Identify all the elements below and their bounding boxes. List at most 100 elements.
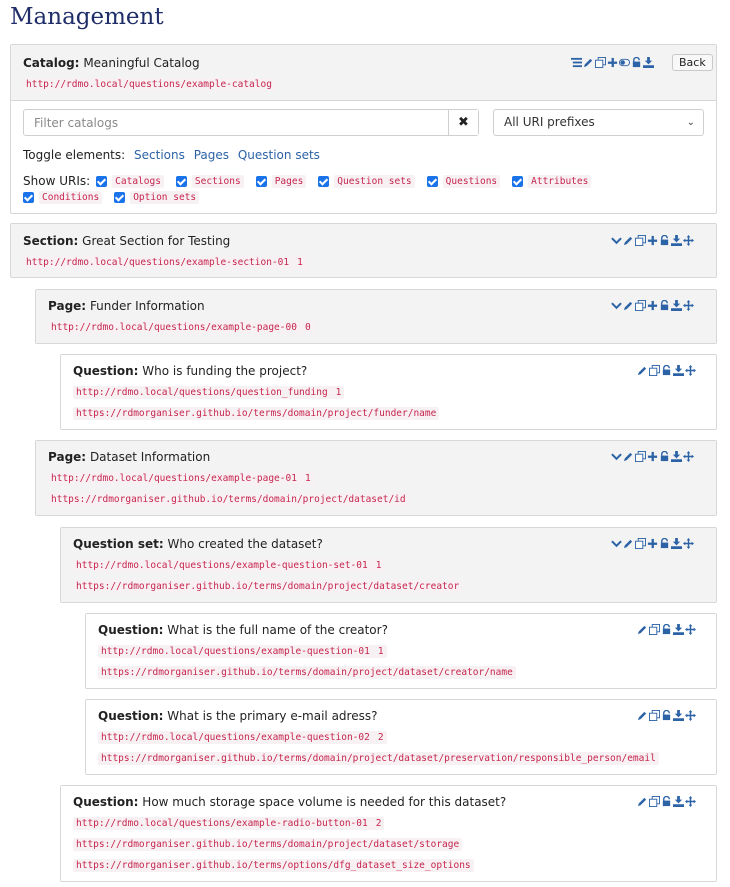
uri-prefix-value: All URI prefixes [504,115,595,129]
lock-icon[interactable] [661,710,672,721]
optionset-uri: https://rdmorganiser.github.io/terms/opt… [73,859,474,872]
show-uris-label: Show URIs: [23,174,91,188]
chevron-down-icon[interactable] [611,300,622,311]
section-heading: Section: Great Section for Testing [23,234,230,248]
show-uri-conditions-checkbox[interactable]: Conditions [23,191,103,204]
pencil-icon[interactable] [583,57,594,68]
move-icon[interactable] [685,624,696,635]
lock-icon[interactable] [659,300,670,311]
chevron-down-icon[interactable] [611,451,622,462]
show-uri-pages-checkbox[interactable]: Pages [255,174,307,188]
uri-text: http://rdmo.local/questions/example-radi… [76,818,368,829]
pencil-icon[interactable] [637,710,648,721]
lock-icon[interactable] [661,796,672,807]
lock-icon[interactable] [659,451,670,462]
copy-icon[interactable] [595,57,606,68]
chevron-down-icon[interactable] [611,235,622,246]
show-uri-sections-checkbox[interactable]: Sections [175,174,244,188]
copy-icon[interactable] [649,365,660,376]
catalog-panel: Catalog: Meaningful Catalog http://rdmo.… [10,44,717,214]
show-uri-questions-checkbox[interactable]: Questions [426,174,501,188]
plus-icon[interactable] [647,300,658,311]
pencil-icon[interactable] [623,451,634,462]
filter-catalogs-input[interactable] [24,110,448,135]
checkbox-label: Questions [442,174,501,188]
copy-icon[interactable] [635,300,646,311]
download-icon[interactable] [671,538,682,549]
download-icon[interactable] [671,300,682,311]
lock-icon[interactable] [661,624,672,635]
move-icon[interactable] [683,300,694,311]
lock-icon[interactable] [659,235,670,246]
copy-icon[interactable] [649,624,660,635]
move-icon[interactable] [683,538,694,549]
uri-prefix-select[interactable]: All URI prefixes ⌄ [493,109,704,136]
checkbox-icon [426,175,438,187]
questionset-header: Question set: Who created the dataset? h… [61,528,716,602]
pencil-icon[interactable] [623,300,634,311]
page-header: Page: Funder Information http://rdmo.loc… [36,290,716,343]
move-icon[interactable] [685,365,696,376]
plus-icon[interactable] [647,538,658,549]
show-uri-questionsets-checkbox[interactable]: Question sets [318,174,415,188]
show-uri-catalogs-checkbox[interactable]: Catalogs [96,174,164,188]
pencil-icon[interactable] [637,796,648,807]
uri-order: 1 [335,387,342,398]
pencil-icon[interactable] [623,538,634,549]
copy-icon[interactable] [649,710,660,721]
download-icon[interactable] [671,451,682,462]
catalog-title: Meaningful Catalog [83,56,200,70]
catalog-type-label: Catalog: [23,56,80,70]
question-panel: Question: Who is funding the project? ht… [60,354,717,430]
show-uri-optionsets-checkbox[interactable]: Option sets [114,191,200,204]
list-icon[interactable] [571,57,582,68]
toggle-questionsets-link[interactable]: Question sets [238,148,320,162]
show-uris-row-2: Conditions Option sets [23,191,211,204]
copy-icon[interactable] [635,538,646,549]
download-icon[interactable] [673,365,684,376]
question-heading: Question: What is the primary e-mail adr… [98,709,377,723]
uri-order: 1 [297,257,303,268]
copy-icon[interactable] [649,796,660,807]
download-icon[interactable] [673,710,684,721]
move-icon[interactable] [685,796,696,807]
back-button[interactable]: Back [672,54,713,71]
plus-icon[interactable] [607,57,618,68]
download-icon[interactable] [673,624,684,635]
toggle-icon[interactable] [619,57,630,68]
pencil-icon[interactable] [623,235,634,246]
download-icon[interactable] [673,796,684,807]
checkbox-icon [255,175,267,187]
uri-text: http://rdmo.local/questions/example-ques… [76,560,368,571]
checkbox-label: Catalogs [112,174,164,188]
lock-icon[interactable] [659,538,670,549]
checkbox-label: Option sets [130,191,200,204]
lock-icon[interactable] [661,365,672,376]
element-uri: http://rdmo.local/questions/example-ques… [98,645,387,658]
attribute-uri: https://rdmorganiser.github.io/terms/dom… [73,407,440,420]
checkbox-icon [175,175,187,187]
attribute-uri: https://rdmorganiser.github.io/terms/dom… [98,666,516,679]
element-type-label: Question set: [73,537,164,551]
chevron-down-icon[interactable] [611,538,622,549]
move-icon[interactable] [683,235,694,246]
copy-icon[interactable] [635,451,646,462]
show-uri-attributes-checkbox[interactable]: Attributes [512,174,592,188]
question-toolbar [637,365,696,376]
plus-icon[interactable] [647,451,658,462]
toggle-sections-link[interactable]: Sections [134,148,185,162]
pencil-icon[interactable] [637,365,648,376]
toggle-pages-link[interactable]: Pages [194,148,229,162]
pencil-icon[interactable] [637,624,648,635]
download-icon[interactable] [671,235,682,246]
clear-filter-button[interactable]: ✖ [448,110,478,135]
plus-icon[interactable] [647,235,658,246]
copy-icon[interactable] [635,235,646,246]
page-title: Management [10,4,164,30]
move-icon[interactable] [685,710,696,721]
section-toolbar [611,235,694,246]
attribute-uri: https://rdmorganiser.github.io/terms/dom… [48,493,409,506]
download-icon[interactable] [643,57,654,68]
move-icon[interactable] [683,451,694,462]
lock-icon[interactable] [631,57,642,68]
